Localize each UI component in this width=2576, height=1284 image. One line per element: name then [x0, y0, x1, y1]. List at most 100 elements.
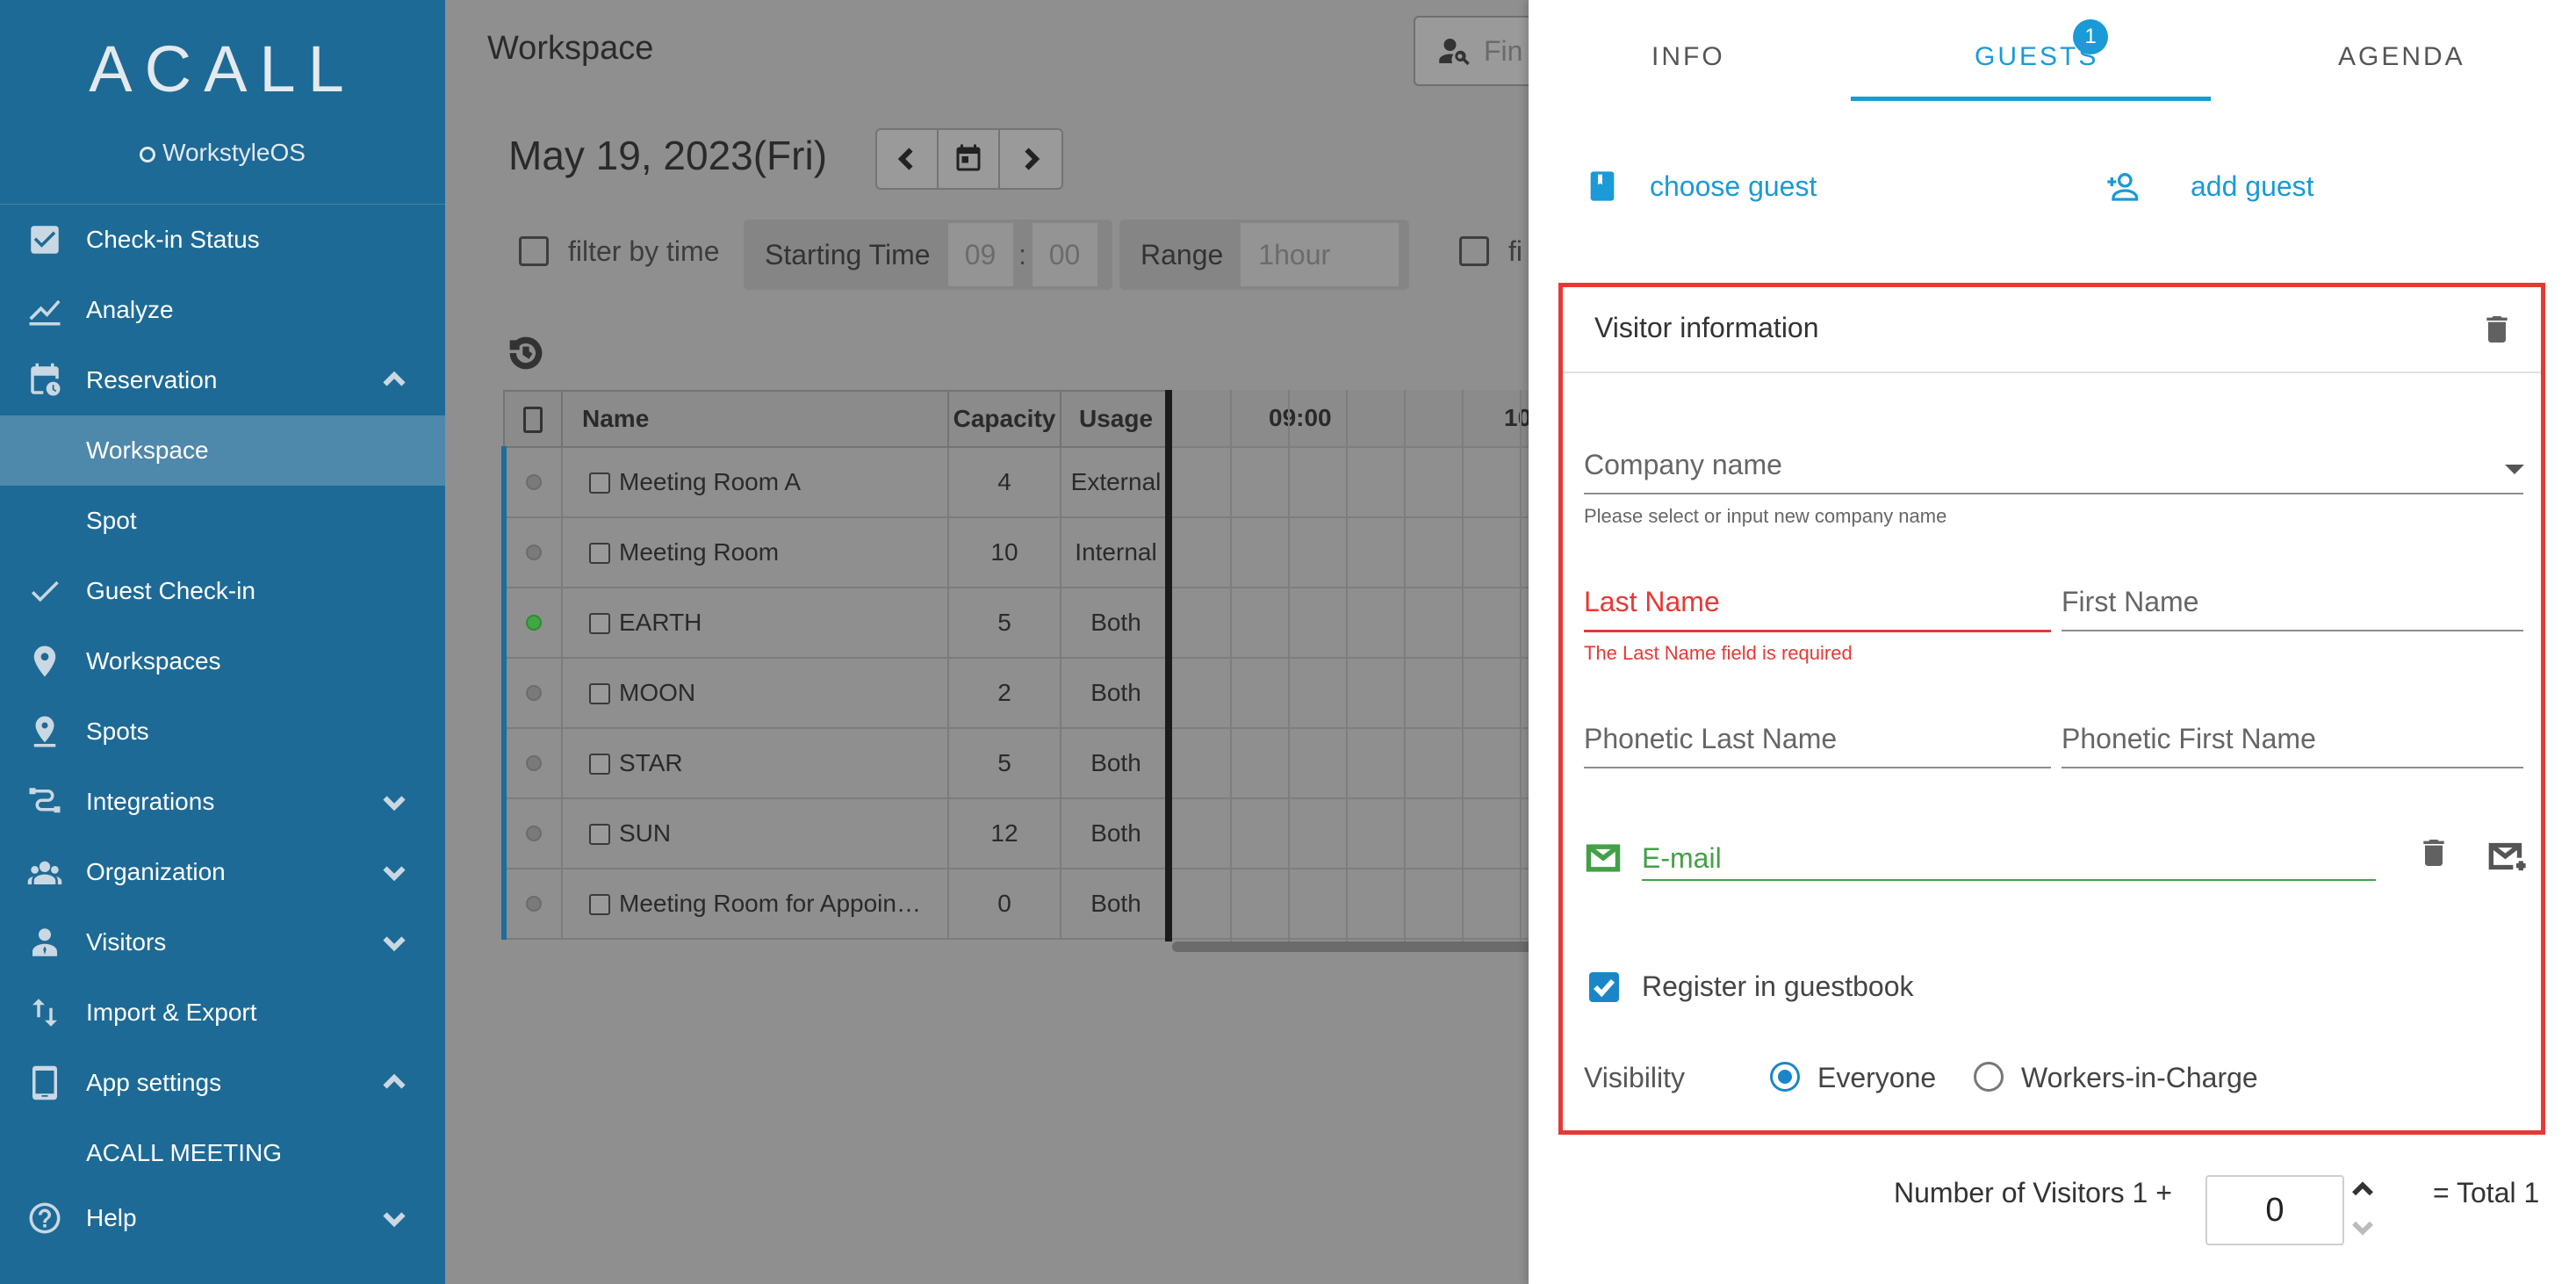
chevron-down-icon[interactable]: [378, 1202, 410, 1234]
table-row[interactable]: EARTH 5 Both: [501, 587, 1172, 659]
name-cell[interactable]: MOON: [561, 657, 949, 729]
sidebar-item-reservation[interactable]: Reservation: [0, 345, 445, 415]
chevron-up-icon[interactable]: [378, 1067, 410, 1099]
name-cell[interactable]: Meeting Room A: [561, 446, 949, 518]
sidebar-item-visitors[interactable]: Visitors: [0, 907, 445, 977]
name-cell[interactable]: Meeting Room for Appoin…: [561, 868, 949, 940]
company-name-field[interactable]: Company name: [1584, 449, 1782, 481]
sidebar-item-label: Integrations: [86, 788, 215, 815]
capacity-column-header[interactable]: Capacity: [947, 390, 1061, 448]
delete-visitor-button[interactable]: [2479, 310, 2515, 349]
add-guest-button[interactable]: add guest: [2105, 158, 2314, 214]
filter-by-time[interactable]: filter by time: [519, 216, 719, 286]
sidebar-item-label: Reservation: [86, 366, 218, 393]
usage-cell: Both: [1060, 657, 1172, 729]
register-guestbook-checkbox[interactable]: [1589, 972, 1619, 1002]
add-email-button[interactable]: [2486, 837, 2530, 880]
name-cell[interactable]: STAR: [561, 727, 949, 799]
next-date-button[interactable]: [1000, 130, 1061, 188]
filter-by-time-checkbox[interactable]: [519, 236, 549, 266]
sidebar-item-workspace[interactable]: Workspace: [0, 415, 445, 486]
last-name-field[interactable]: Last Name: [1584, 586, 1720, 618]
chevron-up-icon[interactable]: [378, 364, 410, 396]
name-cell[interactable]: SUN: [561, 797, 949, 869]
horizontal-scrollbar[interactable]: [1172, 941, 1529, 952]
status-cell: [501, 868, 563, 940]
tablet-icon: [523, 407, 543, 434]
schedule-grid[interactable]: 09:00 10: [1172, 390, 1529, 941]
sidebar: ACALL WorkstyleOS Check-in Status Analyz…: [0, 0, 445, 1284]
sidebar-item-help[interactable]: Help: [0, 1183, 445, 1253]
room-name: MOON: [619, 679, 696, 706]
sidebar-item-workspaces[interactable]: Workspaces: [0, 626, 445, 696]
row-checkbox[interactable]: [589, 683, 610, 704]
row-checkbox[interactable]: [589, 543, 610, 564]
row-checkbox[interactable]: [589, 613, 610, 634]
sidebar-item-spot[interactable]: Spot: [0, 486, 445, 556]
first-name-field[interactable]: First Name: [2062, 586, 2198, 618]
name-cell[interactable]: EARTH: [561, 587, 949, 659]
person-search-icon: [1439, 39, 1470, 66]
phonetic-first-name-field[interactable]: Phonetic First Name: [2062, 723, 2316, 755]
visitors-count-input[interactable]: 0: [2205, 1175, 2344, 1245]
visibility-everyone-radio[interactable]: [1770, 1062, 1800, 1092]
row-checkbox[interactable]: [589, 472, 610, 494]
sidebar-item-analyze[interactable]: Analyze: [0, 275, 445, 345]
name-cell[interactable]: Meeting Room: [561, 516, 949, 588]
sidebar-item-import-export[interactable]: Import & Export: [0, 977, 445, 1048]
sidebar-item-organization[interactable]: Organization: [0, 837, 445, 907]
status-dot: [526, 615, 542, 631]
grid-line: [1172, 727, 1529, 729]
decrement-button[interactable]: [2348, 1212, 2386, 1245]
dropdown-arrow-icon[interactable]: [2505, 465, 2524, 474]
refresh-button[interactable]: [507, 334, 545, 372]
secondary-filter[interactable]: fi: [1459, 216, 1522, 286]
prev-date-button[interactable]: [877, 130, 939, 188]
sidebar-item-label: Help: [86, 1204, 137, 1231]
sidebar-item-integrations[interactable]: Integrations: [0, 767, 445, 837]
table-row[interactable]: STAR 5 Both: [501, 727, 1172, 799]
secondary-filter-checkbox[interactable]: [1459, 236, 1489, 266]
range-field[interactable]: 1hour: [1241, 223, 1400, 286]
email-field[interactable]: E-mail: [1642, 842, 1722, 875]
first-name-underline: [2062, 630, 2523, 631]
row-checkbox[interactable]: [589, 824, 610, 845]
row-checkbox[interactable]: [589, 754, 610, 775]
sidebar-item-spots[interactable]: Spots: [0, 696, 445, 767]
capacity-cell: 5: [947, 727, 1061, 799]
reservation-detail-panel: INFO GUESTS 1 AGENDA choose guest add gu…: [1529, 0, 2576, 1284]
phonetic-last-name-field[interactable]: Phonetic Last Name: [1584, 723, 1837, 755]
start-hour-field[interactable]: 09: [947, 223, 1013, 286]
chevron-down-icon[interactable]: [378, 786, 410, 818]
table-row[interactable]: Meeting Room 10 Internal: [501, 516, 1172, 588]
calendar-button[interactable]: [939, 130, 1000, 188]
name-column-header[interactable]: Name: [561, 390, 949, 448]
increment-button[interactable]: [2348, 1175, 2386, 1208]
row-checkbox[interactable]: [589, 894, 610, 915]
search-input[interactable]: Fin: [1414, 16, 1529, 86]
table-row[interactable]: Meeting Room for Appoin… 0 Both: [501, 868, 1172, 940]
tab-agenda[interactable]: AGENDA: [2338, 42, 2465, 72]
sidebar-item-acall-meeting[interactable]: ACALL MEETING: [0, 1118, 445, 1188]
sidebar-item-app-settings[interactable]: App settings: [0, 1048, 445, 1118]
chevron-down-icon[interactable]: [378, 856, 410, 888]
range-control: Range 1hour: [1119, 220, 1409, 290]
person-add-icon: [2105, 169, 2140, 204]
device-column-header: [503, 390, 563, 448]
grid-line: [1520, 390, 1522, 941]
sidebar-item-check-in-status[interactable]: Check-in Status: [0, 205, 445, 275]
table-row[interactable]: Meeting Room A 4 External: [501, 446, 1172, 518]
tab-info[interactable]: INFO: [1651, 42, 1725, 72]
table-row[interactable]: MOON 2 Both: [501, 657, 1172, 729]
chevron-down-icon[interactable]: [378, 927, 410, 958]
choose-guest-button[interactable]: choose guest: [1585, 158, 1817, 214]
integrations-icon: [23, 783, 67, 821]
delete-email-button[interactable]: [2416, 833, 2451, 876]
calendar-icon: [956, 144, 981, 171]
sidebar-item-guest-check-in[interactable]: Guest Check-in: [0, 556, 445, 626]
table-row[interactable]: SUN 12 Both: [501, 797, 1172, 869]
visibility-workers-radio[interactable]: [1974, 1062, 2004, 1092]
time-slot-label: 09:00: [1269, 404, 1332, 431]
start-minute-field[interactable]: 00: [1032, 223, 1097, 286]
usage-column-header[interactable]: Usage: [1060, 390, 1172, 448]
